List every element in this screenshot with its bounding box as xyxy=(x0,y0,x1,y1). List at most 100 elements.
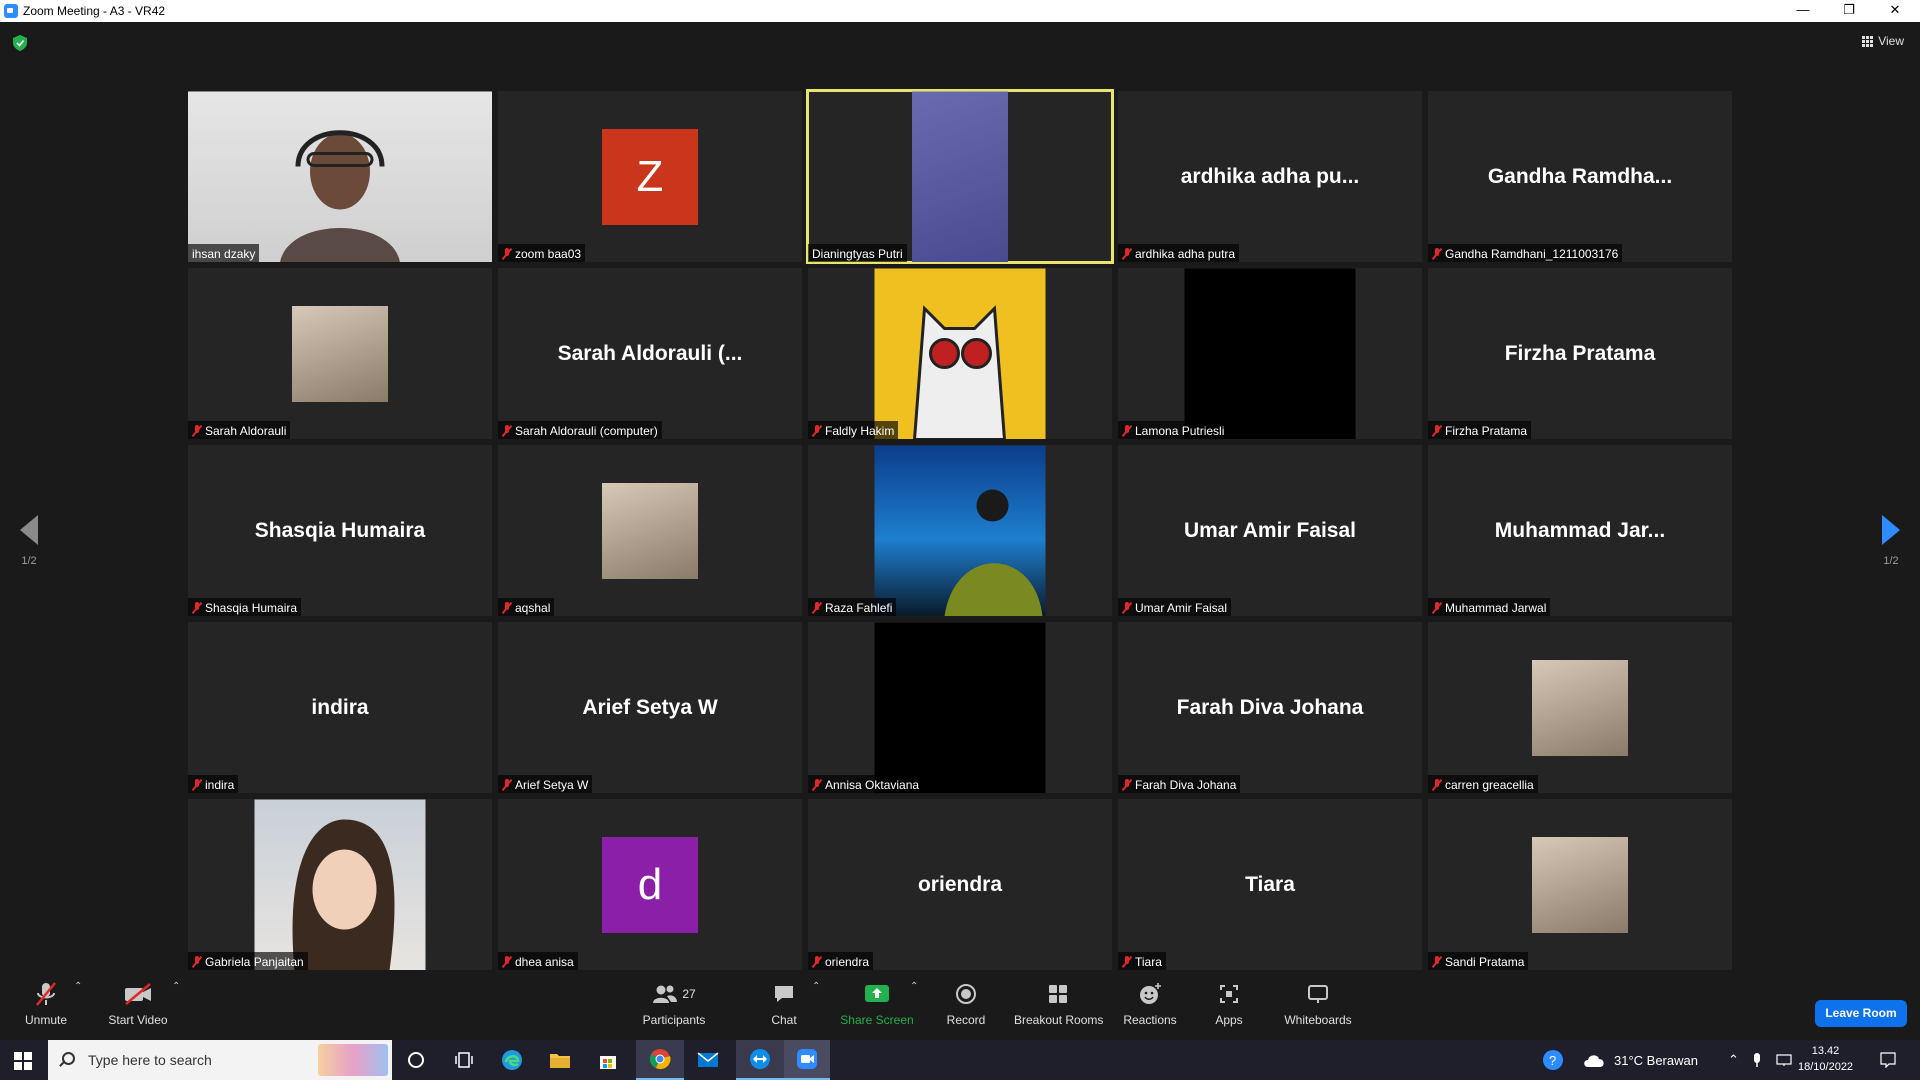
edge-browser-icon[interactable] xyxy=(488,1040,536,1080)
participant-tile[interactable]: Tiara Tiara xyxy=(1118,799,1422,970)
view-button[interactable]: View xyxy=(1862,34,1904,48)
apps-button[interactable]: Apps xyxy=(1214,979,1244,1027)
network-icon[interactable] xyxy=(1776,1040,1792,1080)
whiteboards-button[interactable]: Whiteboards xyxy=(1282,979,1354,1027)
leave-room-button[interactable]: Leave Room xyxy=(1815,1000,1907,1027)
share-screen-button[interactable]: Share Screen xyxy=(840,979,914,1027)
unmute-button[interactable]: Unmute xyxy=(18,979,74,1027)
participant-name-label: oriendra xyxy=(808,952,874,970)
participant-video xyxy=(254,799,426,970)
shield-icon[interactable] xyxy=(13,35,27,51)
participant-name: ihsan dzaky xyxy=(192,247,256,261)
audio-options-caret[interactable]: ⌃ xyxy=(74,981,82,992)
participant-name: Gabriela Panjaitan xyxy=(205,955,304,969)
participant-tile[interactable]: Farah Diva Johana Farah Diva Johana xyxy=(1118,622,1422,793)
participant-tile[interactable]: Gandha Ramdha... Gandha Ramdhani_12110031… xyxy=(1428,91,1732,262)
minimize-button[interactable]: — xyxy=(1780,0,1826,22)
breakout-rooms-button[interactable]: Breakout Rooms xyxy=(1014,979,1103,1027)
participant-name: dhea anisa xyxy=(515,955,574,969)
record-button[interactable]: Record xyxy=(944,979,988,1027)
mail-icon[interactable] xyxy=(684,1040,732,1080)
reactions-button[interactable]: Reactions xyxy=(1122,979,1178,1027)
participant-name-label: Firzha Pratama xyxy=(1428,421,1532,439)
microphone-muted-icon xyxy=(1432,779,1442,791)
zoom-taskbar-icon[interactable] xyxy=(784,1040,830,1080)
chat-button[interactable]: Chat xyxy=(768,979,800,1027)
start-video-button[interactable]: Start Video xyxy=(104,979,172,1027)
participant-video xyxy=(912,91,1008,262)
participant-tile[interactable]: Muhammad Jar... Muhammad Jarwal xyxy=(1428,445,1732,616)
notifications-icon[interactable] xyxy=(1880,1040,1896,1080)
participants-icon xyxy=(653,985,678,1003)
participant-tile[interactable]: Zzoom baa03 xyxy=(498,91,802,262)
participant-tile[interactable]: Annisa Oktaviana xyxy=(808,622,1112,793)
windows-start-icon[interactable] xyxy=(14,1052,32,1070)
microphone-tray-icon[interactable] xyxy=(1752,1040,1762,1080)
record-label: Record xyxy=(946,1013,986,1027)
participant-name: aqshal xyxy=(515,601,551,615)
participant-display-name: Firzha Pratama xyxy=(1504,341,1656,365)
participant-tile[interactable]: Lamona Putriesli xyxy=(1118,268,1422,439)
teamviewer-icon[interactable] xyxy=(736,1040,784,1080)
participant-display-name: indira xyxy=(311,695,369,719)
tray-expand-icon[interactable]: ⌃ xyxy=(1728,1040,1739,1080)
chrome-icon[interactable] xyxy=(636,1040,684,1080)
cortana-icon[interactable] xyxy=(392,1040,440,1080)
participant-photo xyxy=(1532,659,1628,756)
participant-name-label: dhea anisa xyxy=(498,952,578,970)
system-clock[interactable]: 13.42 18/10/2022 xyxy=(1798,1043,1853,1075)
participant-display-name: Farah Diva Johana xyxy=(1176,695,1364,719)
participant-tile[interactable]: Arief Setya W Arief Setya W xyxy=(498,622,802,793)
reactions-icon xyxy=(1140,983,1161,1004)
next-page-button[interactable]: 1/2 xyxy=(1871,515,1911,567)
weather-widget[interactable]: 31°C Berawan xyxy=(1582,1040,1698,1080)
participant-name-label: Sarah Aldorauli (computer) xyxy=(498,421,662,439)
participants-button[interactable]: 27 Participants xyxy=(640,979,708,1027)
participant-name-label: aqshal xyxy=(498,598,555,616)
participant-tile[interactable]: carren greacellia xyxy=(1428,622,1732,793)
participant-display-name: Shasqia Humaira xyxy=(254,518,426,542)
taskbar-search-box[interactable]: Type here to search xyxy=(48,1040,392,1080)
participant-tile[interactable]: aqshal xyxy=(498,445,802,616)
participant-tile[interactable]: Shasqia Humaira Shasqia Humaira xyxy=(188,445,492,616)
restore-button[interactable]: ❐ xyxy=(1826,0,1872,22)
previous-page-button[interactable]: 1/2 xyxy=(9,515,49,567)
participant-name-label: ihsan dzaky xyxy=(188,244,260,262)
participant-tile[interactable]: Firzha Pratama Firzha Pratama xyxy=(1428,268,1732,439)
participant-tile[interactable]: Raza Fahlefi xyxy=(808,445,1112,616)
participant-tile[interactable]: Sarah Aldorauli xyxy=(188,268,492,439)
participant-video xyxy=(874,268,1046,439)
participant-name-label: Farah Diva Johana xyxy=(1118,775,1241,793)
participant-tile[interactable]: Sarah Aldorauli (... Sarah Aldorauli (com… xyxy=(498,268,802,439)
participant-tile[interactable]: Umar Amir Faisal Umar Amir Faisal xyxy=(1118,445,1422,616)
microphone-muted-icon xyxy=(812,956,822,968)
participant-tile[interactable]: Faldly Hakim xyxy=(808,268,1112,439)
share-options-caret[interactable]: ⌃ xyxy=(910,981,918,992)
microsoft-store-icon[interactable] xyxy=(584,1040,632,1080)
participant-name-label: ardhika adha putra xyxy=(1118,244,1240,262)
microphone-muted-icon xyxy=(502,248,512,260)
participant-name: carren greacellia xyxy=(1445,778,1534,792)
participant-name: ardhika adha putra xyxy=(1135,247,1236,261)
participant-name-label: Annisa Oktaviana xyxy=(808,775,924,793)
participant-name: Farah Diva Johana xyxy=(1135,778,1237,792)
participant-name: Gandha Ramdhani_1211003176 xyxy=(1445,247,1619,261)
help-tray-icon[interactable]: ? xyxy=(1542,1040,1564,1080)
participant-tile[interactable]: Dianingtyas Putri xyxy=(806,89,1114,264)
close-button[interactable]: ✕ xyxy=(1872,0,1918,22)
video-options-caret[interactable]: ⌃ xyxy=(172,981,180,992)
participant-tile[interactable]: Gabriela Panjaitan xyxy=(188,799,492,970)
clock-date: 18/10/2022 xyxy=(1798,1061,1854,1073)
participant-tile[interactable]: Sandi Pratama xyxy=(1428,799,1732,970)
task-view-icon[interactable] xyxy=(440,1040,488,1080)
chat-options-caret[interactable]: ⌃ xyxy=(812,981,820,992)
file-explorer-icon[interactable] xyxy=(536,1040,584,1080)
participant-name-label: Faldly Hakim xyxy=(808,421,899,439)
participant-tile[interactable]: d dhea anisa xyxy=(498,799,802,970)
participant-tile[interactable]: ardhika adha pu... ardhika adha putra xyxy=(1118,91,1422,262)
participant-tile[interactable]: indira indira xyxy=(188,622,492,793)
participant-tile[interactable]: ihsan dzaky xyxy=(188,91,492,262)
participant-display-name: Sarah Aldorauli (... xyxy=(557,341,743,365)
microphone-muted-icon xyxy=(1122,425,1132,437)
participant-tile[interactable]: oriendra oriendra xyxy=(808,799,1112,970)
